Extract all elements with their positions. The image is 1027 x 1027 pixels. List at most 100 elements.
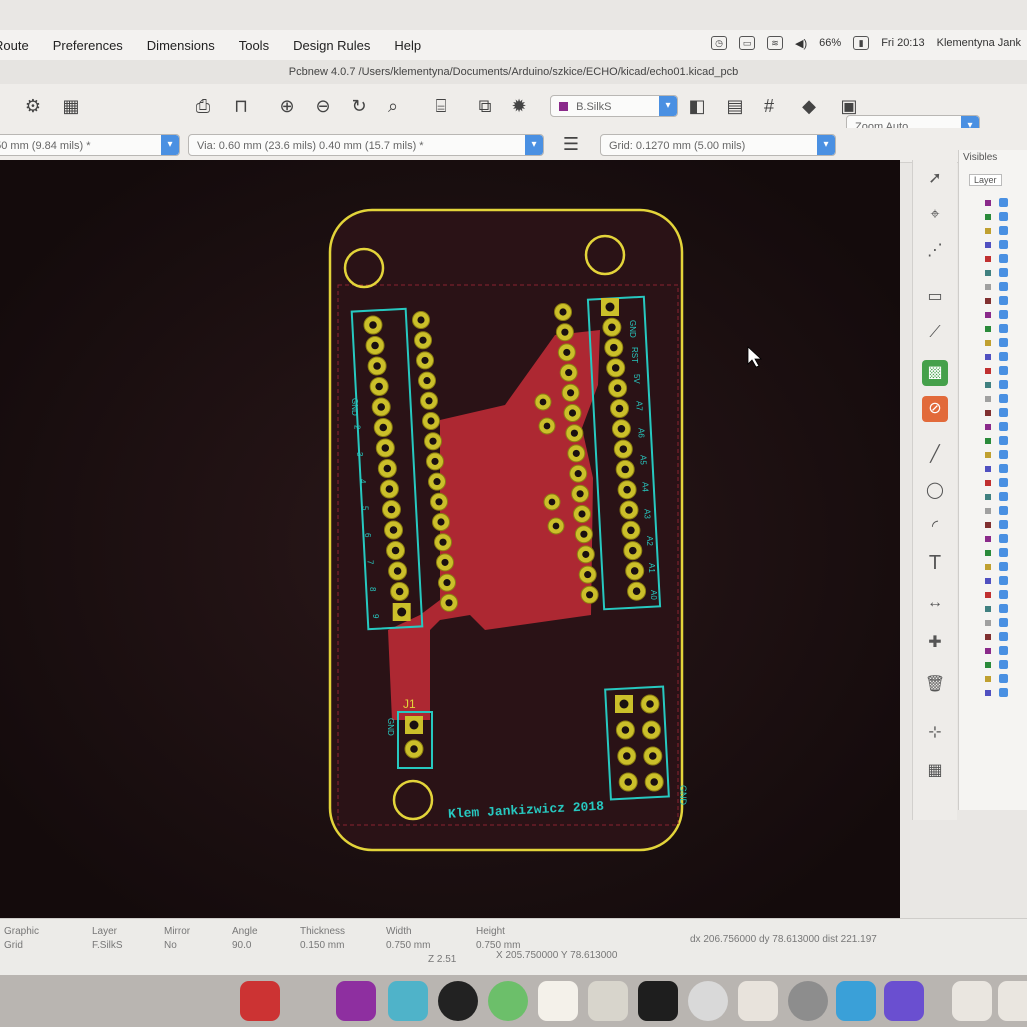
grid-icon[interactable]: # xyxy=(756,93,782,119)
layer-visibility-checkbox[interactable] xyxy=(999,576,1008,585)
layer-visibility-checkbox[interactable] xyxy=(999,688,1008,697)
layer-row[interactable] xyxy=(985,590,1025,600)
layer-visibility-checkbox[interactable] xyxy=(999,520,1008,529)
layer-row[interactable] xyxy=(985,366,1025,376)
dock-app-icon[interactable] xyxy=(388,981,428,1021)
layer-visibility-checkbox[interactable] xyxy=(999,464,1008,473)
plot-icon[interactable]: ⊓ xyxy=(228,93,254,119)
layer-row[interactable] xyxy=(985,324,1025,334)
layer-row[interactable] xyxy=(985,380,1025,390)
layer-row[interactable] xyxy=(985,422,1025,432)
menubar-clock[interactable]: Fri 20:13 xyxy=(881,37,924,49)
layer-row[interactable] xyxy=(985,226,1025,236)
battery-icon[interactable]: ▮ xyxy=(853,36,870,50)
layer-row[interactable] xyxy=(985,604,1025,614)
layer-row[interactable] xyxy=(985,450,1025,460)
zotero-icon[interactable] xyxy=(836,981,876,1021)
delete-icon[interactable]: 🗑 xyxy=(922,672,948,698)
wifi-icon[interactable]: ≋ xyxy=(767,36,784,50)
display-icon[interactable]: ▭ xyxy=(739,36,756,50)
layer-row[interactable] xyxy=(985,254,1025,264)
layer-row[interactable] xyxy=(985,688,1025,698)
zoom-in-icon[interactable]: ⊕ xyxy=(274,93,300,119)
layer-visibility-checkbox[interactable] xyxy=(999,408,1008,417)
menu-dimensions[interactable]: Dimensions xyxy=(147,38,215,53)
layer-row[interactable] xyxy=(985,506,1025,516)
layer-visibility-checkbox[interactable] xyxy=(999,268,1008,277)
layer-visibility-checkbox[interactable] xyxy=(999,534,1008,543)
layer-row[interactable] xyxy=(985,212,1025,222)
board-setup-icon[interactable]: ⚙ xyxy=(20,93,46,119)
layer-visibility-checkbox[interactable] xyxy=(999,324,1008,333)
layer-visibility-checkbox[interactable] xyxy=(999,674,1008,683)
layer-row[interactable] xyxy=(985,282,1025,292)
dock-folder-icon[interactable] xyxy=(952,981,992,1021)
layer-row[interactable] xyxy=(985,520,1025,530)
layer-visibility-checkbox[interactable] xyxy=(999,422,1008,431)
layer-pair-icon[interactable]: ◧ xyxy=(684,93,710,119)
highlight-net-icon[interactable]: ⌖ xyxy=(922,202,948,228)
print-icon[interactable]: ⎙ xyxy=(190,93,216,119)
launchpad-icon[interactable] xyxy=(688,981,728,1021)
layer-visibility-checkbox[interactable] xyxy=(999,562,1008,571)
layer-visibility-checkbox[interactable] xyxy=(999,590,1008,599)
layer-row[interactable] xyxy=(985,646,1025,656)
redraw-icon[interactable]: ↻ xyxy=(346,93,372,119)
clock-app-icon[interactable]: ◷ xyxy=(711,36,728,50)
layer-visibility-checkbox[interactable] xyxy=(999,450,1008,459)
layer-visibility-checkbox[interactable] xyxy=(999,436,1008,445)
photo-booth-icon[interactable] xyxy=(738,981,778,1021)
layer-row[interactable] xyxy=(985,464,1025,474)
menu-help[interactable]: Help xyxy=(394,38,421,53)
layer-row[interactable] xyxy=(985,198,1025,208)
layer-visibility-checkbox[interactable] xyxy=(999,310,1008,319)
dock-app-icon[interactable] xyxy=(438,981,478,1021)
system-preferences-icon[interactable] xyxy=(788,981,828,1021)
layer-visibility-checkbox[interactable] xyxy=(999,618,1008,627)
layer-row[interactable] xyxy=(985,674,1025,684)
netlist-icon[interactable]: ⧉ xyxy=(472,93,498,119)
add-dimension-icon[interactable]: ↔ xyxy=(922,590,948,616)
microwave-icon[interactable]: ◆ xyxy=(796,93,822,119)
add-zone-icon[interactable]: ▩ xyxy=(922,360,948,386)
layer-visibility-checkbox[interactable] xyxy=(999,478,1008,487)
via-size-select[interactable]: Via: 0.60 mm (23.6 mils) 0.40 mm (15.7 m… xyxy=(188,134,544,156)
layer-visibility-checkbox[interactable] xyxy=(999,240,1008,249)
track-width-select[interactable]: 250 mm (9.84 mils) * ▾ xyxy=(0,134,180,156)
layer-row[interactable] xyxy=(985,408,1025,418)
layer-row[interactable] xyxy=(985,436,1025,446)
layer-visibility-checkbox[interactable] xyxy=(999,282,1008,291)
zoom-fit-icon[interactable]: ⌕ xyxy=(380,93,406,119)
drc-icon[interactable]: ✹ xyxy=(506,93,532,119)
document-icon[interactable] xyxy=(538,981,578,1021)
layer-row[interactable] xyxy=(985,548,1025,558)
menu-design-rules[interactable]: Design Rules xyxy=(293,38,370,53)
layer-row[interactable] xyxy=(985,478,1025,488)
menubar-user[interactable]: Klementyna Jank xyxy=(937,37,1021,49)
auto-track-width-icon[interactable]: ☰ xyxy=(558,131,584,157)
add-arc-icon[interactable]: ◜ xyxy=(922,514,948,540)
layer-visibility-checkbox[interactable] xyxy=(999,338,1008,347)
add-text-icon[interactable]: T xyxy=(922,550,948,576)
layer-row[interactable] xyxy=(985,338,1025,348)
find-icon[interactable]: ⌸ xyxy=(428,93,454,119)
layer-visibility-checkbox[interactable] xyxy=(999,226,1008,235)
pcb-canvas[interactable]: GND 2 3 4 5 6 7 8 9 GND RST 5V A7 A6 A5 A4 A3 A2 A1 A0 GND K… xyxy=(0,160,900,930)
local-ratsnest-icon[interactable]: ⋰ xyxy=(922,238,948,264)
layer-visibility-checkbox[interactable] xyxy=(999,394,1008,403)
dock-app-icon[interactable] xyxy=(240,981,280,1021)
place-offset-icon[interactable]: ⊹ xyxy=(922,720,948,746)
footprint-icon[interactable]: ▦ xyxy=(58,93,84,119)
layer-row[interactable] xyxy=(985,268,1025,278)
layer-visibility-checkbox[interactable] xyxy=(999,660,1008,669)
dock-folder-icon[interactable] xyxy=(998,981,1027,1021)
dock-app-icon[interactable] xyxy=(336,981,376,1021)
layer-row[interactable] xyxy=(985,352,1025,362)
layer-visibility-checkbox[interactable] xyxy=(999,212,1008,221)
layer-alignment-icon[interactable]: ✚ xyxy=(922,630,948,656)
grid-origin-icon[interactable]: ▦ xyxy=(922,758,948,784)
zoom-out-icon[interactable]: ⊖ xyxy=(310,93,336,119)
layer-visibility-checkbox[interactable] xyxy=(999,296,1008,305)
add-circle-icon[interactable]: ◯ xyxy=(922,478,948,504)
layer-row[interactable] xyxy=(985,562,1025,572)
